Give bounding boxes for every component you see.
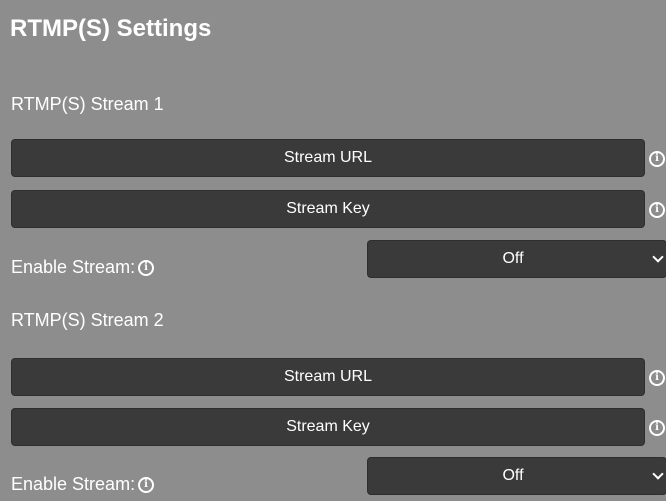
stream-1-title: RTMP(S) Stream 1 — [11, 94, 164, 114]
info-icon[interactable]: i — [649, 420, 665, 436]
stream-2-enable-label: Enable Stream: i — [11, 472, 155, 496]
stream-2-title: RTMP(S) Stream 2 — [11, 310, 164, 330]
stream-1-enable-text: Enable Stream: — [11, 257, 136, 277]
stream-1-url-input[interactable]: Stream URL — [12, 140, 644, 176]
stream-1-key-placeholder: Stream Key — [286, 200, 370, 217]
stream-1-enable-label: Enable Stream: i — [11, 255, 155, 279]
stream-2-enable-value: Off — [502, 467, 524, 484]
info-icon-glyph: i — [655, 372, 659, 383]
info-icon-glyph: i — [655, 204, 659, 215]
info-icon-glyph: i — [655, 422, 659, 433]
stream-2-enable-select[interactable]: Off — [368, 458, 666, 494]
stream-2-key-input[interactable]: Stream Key — [12, 409, 644, 445]
info-icon[interactable]: i — [138, 477, 155, 493]
stream-1-enable-select[interactable]: Off — [368, 241, 666, 277]
info-icon[interactable]: i — [649, 202, 665, 218]
info-icon[interactable]: i — [138, 260, 155, 276]
page-title: RTMP(S) Settings — [10, 15, 212, 42]
stream-1-url-placeholder: Stream URL — [283, 149, 373, 166]
stream-2-url-placeholder: Stream URL — [283, 368, 373, 385]
stream-1-key-input[interactable]: Stream Key — [12, 191, 644, 227]
info-icon[interactable]: i — [649, 151, 665, 167]
stream-2-url-input[interactable]: Stream URL — [12, 359, 644, 395]
stream-2-enable-text: Enable Stream: — [11, 474, 136, 494]
stream-1-enable-value: Off — [502, 250, 524, 267]
info-icon[interactable]: i — [649, 370, 665, 386]
info-icon-glyph: i — [144, 262, 148, 273]
info-icon-glyph: i — [144, 479, 148, 490]
info-icon-glyph: i — [655, 153, 659, 164]
stream-2-key-placeholder: Stream Key — [286, 418, 370, 435]
